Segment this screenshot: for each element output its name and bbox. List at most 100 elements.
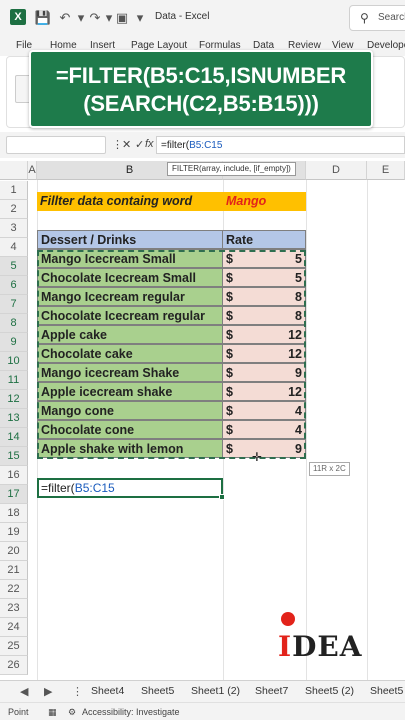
item-rate-cell[interactable]: $4 xyxy=(222,420,306,439)
row-header[interactable]: 3 xyxy=(0,219,28,238)
row-header[interactable]: 8 xyxy=(0,314,28,333)
item-name-cell[interactable]: Mango cone xyxy=(37,401,223,420)
insert-function-icon[interactable]: fx xyxy=(145,138,154,150)
item-rate-cell[interactable]: $12 xyxy=(222,344,306,363)
item-rate-cell[interactable]: $4 xyxy=(222,401,306,420)
currency-symbol: $ xyxy=(226,404,233,418)
item-rate-cell[interactable]: $12 xyxy=(222,325,306,344)
item-name-cell[interactable]: Chocolate Icecream Small xyxy=(37,268,223,287)
header-item-cell[interactable]: Dessert / Drinks xyxy=(37,230,223,249)
row-header[interactable]: 25 xyxy=(0,637,28,656)
row-header[interactable]: 9 xyxy=(0,333,28,352)
enter-icon[interactable]: ✓ xyxy=(135,138,144,151)
row-header[interactable]: 2 xyxy=(0,200,28,219)
scroll-tabs-right-icon[interactable]: ▶ xyxy=(44,685,52,698)
row-header[interactable]: 4 xyxy=(0,238,28,257)
active-cell-text: =filter( xyxy=(41,481,75,495)
title-label-cell[interactable]: Fillter data containg word xyxy=(37,192,223,211)
item-rate-cell[interactable]: $5 xyxy=(222,268,306,287)
rate-value: 8 xyxy=(295,309,302,323)
item-rate-cell[interactable]: $9 xyxy=(222,363,306,382)
item-name-cell[interactable]: Chocolate cake xyxy=(37,344,223,363)
active-cell-range-ref: B5:C15 xyxy=(74,481,115,495)
row-header[interactable]: 12 xyxy=(0,390,28,409)
sheet-tab-sheet5-3[interactable]: Sheet5 xyxy=(370,685,403,697)
idea-logo: IDEA xyxy=(278,612,378,663)
customize-toolbar-icon[interactable]: ▾ xyxy=(131,9,149,27)
column-header-a[interactable]: A xyxy=(28,161,37,180)
select-all-corner[interactable] xyxy=(0,161,28,180)
save-icon[interactable]: 💾 xyxy=(34,9,52,27)
item-rate-cell[interactable]: $12 xyxy=(222,382,306,401)
row-header[interactable]: 10 xyxy=(0,352,28,371)
gridline xyxy=(367,180,368,680)
row-header[interactable]: 16 xyxy=(0,466,28,485)
item-name-cell[interactable]: Apple icecream shake xyxy=(37,382,223,401)
camera-icon[interactable]: ▣ xyxy=(113,9,131,27)
row-header[interactable]: 23 xyxy=(0,599,28,618)
item-rate-cell[interactable]: $8 xyxy=(222,306,306,325)
column-header-e[interactable]: E xyxy=(367,161,405,180)
tab-developer[interactable]: Develope xyxy=(367,40,405,51)
item-rate-cell[interactable]: $5 xyxy=(222,249,306,268)
accessibility-icon: ⚙ xyxy=(68,707,77,717)
sheet-tab-sheet5[interactable]: Sheet5 xyxy=(141,685,174,697)
macro-record-icon[interactable]: ▦ xyxy=(48,707,57,718)
currency-symbol: $ xyxy=(226,347,233,361)
row-header[interactable]: 1 xyxy=(0,181,28,200)
tabs-more-icon[interactable]: ⋮ xyxy=(72,685,83,698)
currency-symbol: $ xyxy=(226,366,233,380)
header-rate-cell[interactable]: Rate xyxy=(222,230,306,249)
tab-file[interactable]: File xyxy=(16,40,32,51)
active-cell-b17[interactable]: =filter(B5:C15 xyxy=(37,478,223,498)
row-header[interactable]: 13 xyxy=(0,409,28,428)
title-bar: X 💾 ↶ ▾ ↷ ▾ ▣ ▾ Data - Excel ⚲ Search xyxy=(0,0,405,36)
fill-handle[interactable] xyxy=(219,494,225,500)
rate-value: 9 xyxy=(295,442,302,456)
search-input[interactable]: ⚲ Search xyxy=(349,5,405,31)
logo-text: IDEA xyxy=(278,630,363,663)
scroll-tabs-left-icon[interactable]: ◀ xyxy=(20,685,28,698)
name-box[interactable] xyxy=(6,136,106,154)
row-header[interactable]: 19 xyxy=(0,523,28,542)
row-header[interactable]: 18 xyxy=(0,504,28,523)
search-word-cell[interactable]: Mango xyxy=(223,192,306,211)
formula-input[interactable]: =filter(B5:C15 xyxy=(156,136,405,154)
row-header[interactable]: 17 xyxy=(0,485,28,504)
row-header[interactable]: 11 xyxy=(0,371,28,390)
row-header[interactable]: 22 xyxy=(0,580,28,599)
formula-text: =filter( xyxy=(161,140,190,151)
selection-size-tip: 11R x 2C xyxy=(309,462,350,476)
sheet-tab-sheet7[interactable]: Sheet7 xyxy=(255,685,288,697)
row-header[interactable]: 7 xyxy=(0,295,28,314)
sheet-tab-sheet5-2[interactable]: Sheet5 (2) xyxy=(305,685,354,697)
cancel-icon[interactable]: ✕ xyxy=(122,138,131,151)
item-rate-cell[interactable]: $9 xyxy=(222,439,306,458)
sheet-tab-sheet4[interactable]: Sheet4 xyxy=(91,685,124,697)
item-name-cell[interactable]: Apple cake xyxy=(37,325,223,344)
row-header[interactable]: 15 xyxy=(0,447,28,466)
column-header-d[interactable]: D xyxy=(306,161,367,180)
row-header[interactable]: 6 xyxy=(0,276,28,295)
accessibility-status[interactable]: Accessibility: Investigate xyxy=(82,707,180,717)
currency-symbol: $ xyxy=(226,290,233,304)
item-name-cell[interactable]: Mango Icecream Small xyxy=(37,249,223,268)
item-name-cell[interactable]: Mango icecream Shake xyxy=(37,363,223,382)
item-name-cell[interactable]: Apple shake with lemon xyxy=(37,439,223,458)
item-name-cell[interactable]: Mango Icecream regular xyxy=(37,287,223,306)
currency-symbol: $ xyxy=(226,442,233,456)
row-header[interactable]: 21 xyxy=(0,561,28,580)
document-title: Data - Excel xyxy=(155,11,210,22)
row-header[interactable]: 14 xyxy=(0,428,28,447)
row-header[interactable]: 20 xyxy=(0,542,28,561)
row-header[interactable]: 5 xyxy=(0,257,28,276)
formula-range-ref: B5:C15 xyxy=(189,140,223,151)
status-mode: Point xyxy=(8,707,29,717)
row-header[interactable]: 26 xyxy=(0,656,28,675)
item-name-cell[interactable]: Chocolate Icecream regular xyxy=(37,306,223,325)
sheet-tab-sheet1-2[interactable]: Sheet1 (2) xyxy=(191,685,240,697)
formula-bar: ⋮ ✕ ✓ fx =filter(B5:C15 xyxy=(0,132,405,158)
item-rate-cell[interactable]: $8 xyxy=(222,287,306,306)
row-header[interactable]: 24 xyxy=(0,618,28,637)
item-name-cell[interactable]: Chocolate cone xyxy=(37,420,223,439)
